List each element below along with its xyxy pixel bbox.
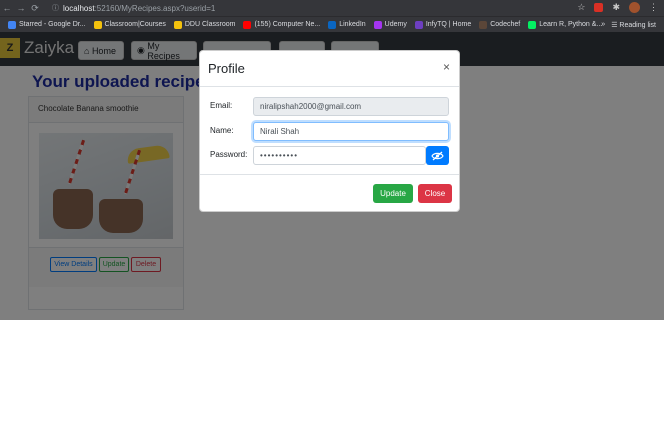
modal-footer: Update Close bbox=[200, 174, 459, 212]
bookmark-8[interactable]: Learn R, Python &... bbox=[528, 20, 603, 29]
url-path: :52160/MyRecipes.aspx?userid=1 bbox=[94, 3, 216, 13]
bookmark-1[interactable]: Classroom|Courses bbox=[93, 20, 166, 29]
profile-avatar-icon[interactable] bbox=[629, 2, 640, 13]
bookmark-favicon-icon bbox=[173, 20, 182, 29]
bookmark-favicon-icon bbox=[328, 20, 337, 29]
bookmarks-bar: Starred - Google Dr... Classroom|Courses… bbox=[0, 16, 664, 32]
name-label: Name: bbox=[210, 126, 234, 135]
screen: ← → ⟳ ⓘ localhost:52160/MyRecipes.aspx?u… bbox=[0, 0, 664, 320]
bookmark-7[interactable]: Codechef bbox=[479, 20, 521, 29]
eye-slash-icon bbox=[431, 151, 444, 160]
url-host: localhost bbox=[63, 3, 95, 13]
name-row: Name: Nirali Shah bbox=[210, 122, 452, 142]
bookmark-label: Udemy bbox=[384, 21, 407, 28]
forward-icon[interactable]: → bbox=[14, 3, 28, 13]
bookmark-favicon-icon bbox=[93, 20, 102, 29]
bookmark-favicon-icon bbox=[528, 20, 537, 29]
email-label: Email: bbox=[210, 101, 233, 110]
bookmark-favicon-icon bbox=[8, 20, 16, 29]
bookmark-0[interactable]: Starred - Google Dr... bbox=[8, 20, 86, 29]
password-field[interactable]: •••••••••• bbox=[253, 146, 426, 165]
reading-list-label: Reading list bbox=[619, 21, 656, 29]
bookmark-favicon-icon bbox=[414, 20, 423, 29]
modal-header: Profile × bbox=[200, 51, 459, 87]
extension-icon[interactable] bbox=[594, 3, 604, 12]
name-field[interactable]: Nirali Shah bbox=[253, 122, 449, 141]
email-row: Email: niralipshah2000@gmail.com bbox=[210, 97, 452, 117]
bookmark-5[interactable]: Udemy bbox=[373, 20, 407, 29]
reload-icon[interactable]: ⟳ bbox=[28, 3, 42, 14]
modal-title: Profile bbox=[208, 61, 245, 76]
password-row: Password: •••••••••• bbox=[210, 146, 452, 166]
bookmark-label: (155) Computer Ne... bbox=[254, 21, 321, 28]
browser-actions: ☆ ✱ ⋮ bbox=[577, 2, 658, 13]
browser-address-bar: ← → ⟳ ⓘ localhost:52160/MyRecipes.aspx?u… bbox=[0, 0, 664, 16]
bookmark-label: LinkedIn bbox=[339, 21, 366, 28]
reading-list[interactable]: ☰ Reading list bbox=[611, 21, 656, 29]
puzzle-icon[interactable]: ✱ bbox=[612, 2, 620, 13]
toggle-password-button[interactable] bbox=[426, 146, 449, 165]
url-field[interactable]: ⓘ localhost:52160/MyRecipes.aspx?userid=… bbox=[52, 3, 215, 13]
bookmark-6[interactable]: InfyTQ | Home bbox=[414, 20, 472, 29]
bookmark-favicon-icon bbox=[243, 20, 252, 29]
bookmark-label: Learn R, Python &... bbox=[539, 21, 603, 28]
bookmark-label: DDU Classroom bbox=[184, 21, 236, 28]
bookmark-favicon-icon bbox=[479, 20, 488, 29]
bookmark-3[interactable]: (155) Computer Ne... bbox=[243, 20, 321, 29]
email-field[interactable]: niralipshah2000@gmail.com bbox=[253, 97, 449, 116]
more-bookmarks-icon[interactable]: » bbox=[601, 21, 605, 28]
bookmark-2[interactable]: DDU Classroom bbox=[173, 20, 236, 29]
bookmark-label: InfyTQ | Home bbox=[425, 21, 472, 28]
close-icon[interactable]: × bbox=[443, 60, 450, 74]
bookmark-4[interactable]: LinkedIn bbox=[328, 20, 366, 29]
info-icon[interactable]: ⓘ bbox=[52, 3, 59, 13]
bookmark-favicon-icon bbox=[373, 20, 382, 29]
close-button[interactable]: Close bbox=[418, 184, 452, 203]
update-button[interactable]: Update bbox=[373, 184, 413, 203]
bookmark-label: Starred - Google Dr... bbox=[19, 21, 86, 28]
star-icon[interactable]: ☆ bbox=[577, 2, 585, 13]
menu-icon[interactable]: ⋮ bbox=[649, 2, 658, 13]
back-icon[interactable]: ← bbox=[0, 3, 14, 13]
password-label: Password: bbox=[210, 150, 248, 159]
bookmark-label: Classroom|Courses bbox=[104, 21, 166, 28]
profile-modal: Profile × Email: niralipshah2000@gmail.c… bbox=[199, 50, 460, 212]
bookmark-label: Codechef bbox=[490, 21, 521, 28]
